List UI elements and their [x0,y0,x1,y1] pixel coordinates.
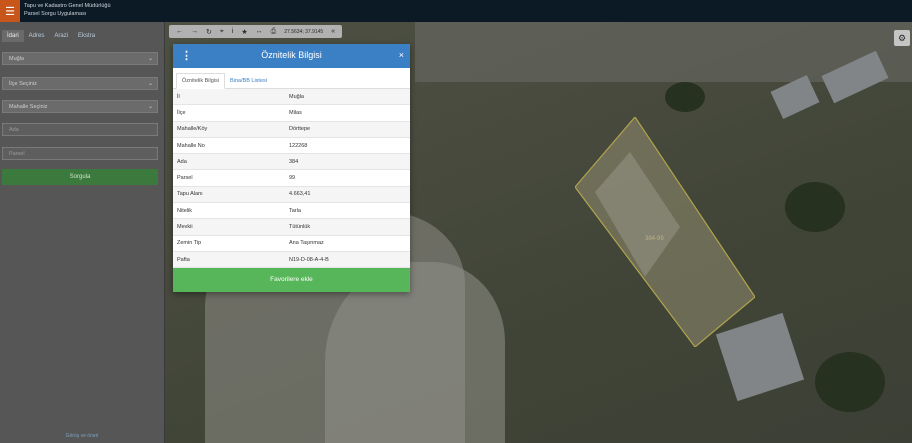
chevron-down-icon: ⌄ [147,56,153,62]
tab-adres[interactable]: Adres [24,30,50,42]
top-bar: ☰ Tapu ve Kadastro Genel Müdürlüğü Parse… [0,0,912,23]
attr-value: 99 [285,169,410,187]
ada-placeholder: Ada [9,127,19,133]
attr-key: Nitelik [173,202,285,220]
il-select[interactable]: Muğla ⌄ [2,52,158,65]
modal-tabs: Öznitelik Bilgisi Bina/BB Listesi [173,68,410,89]
il-select-value: Muğla [9,56,24,62]
attribute-table: İl Muğla İlçe Milas Mahalle/Köy Dörttepe Ma… [173,89,410,269]
table-row: Ada 384 [173,153,410,171]
attr-key: İlçe [173,104,285,122]
attr-value: Milas [285,104,410,122]
attr-value: Tarla [285,202,410,220]
attr-key: Mahalle No [173,137,285,155]
attr-key: Zemin Tip [173,235,285,252]
attr-value: 384 [285,153,410,171]
mahalle-select[interactable]: Mahalle Seçiniz ⌄ [2,100,158,113]
mahalle-select-value: Mahalle Seçiniz [9,104,48,110]
tab-building-list[interactable]: Bina/BB Listesi [225,74,272,88]
sidebar-tabs: İdari Adres Arazi Ekstra [0,22,164,42]
attr-key: Mahalle/Köy [173,121,285,138]
close-icon[interactable]: × [399,50,404,60]
table-row: Mevkii Tütünlük [173,218,410,236]
table-row: İlçe Milas [173,104,410,122]
chevron-down-icon: ⌄ [147,81,153,87]
attr-key: İl [173,89,285,106]
add-favorite-button[interactable]: Favorilere ekle [173,268,410,292]
table-row: Mahalle No 122268 [173,137,410,155]
table-row: Mahalle/Köy Dörttepe [173,121,410,138]
attr-value: 4.663,41 [285,186,410,204]
table-row: Tapu Alanı 4.663,41 [173,186,410,204]
ada-input[interactable]: Ada [2,123,158,136]
attr-key: Tapu Alanı [173,186,285,204]
parsel-placeholder: Parsel [9,151,25,157]
attr-key: Parsel [173,169,285,187]
table-row: Nitelik Tarla [173,202,410,220]
attr-value: N19-D-08-A-4-B [285,251,410,269]
table-row: İl Muğla [173,89,410,106]
attribute-info-modal: ⋮ Öznitelik Bilgisi × Öznitelik Bilgisi … [173,44,410,292]
attr-key: Ada [173,153,285,171]
sidebar: İdari Adres Arazi Ekstra Muğla ⌄ İlçe Se… [0,22,165,443]
tab-idari[interactable]: İdari [2,30,24,42]
parsel-input[interactable]: Parsel [2,147,158,160]
tab-ekstra[interactable]: Ekstra [73,30,100,42]
app-title: Tapu ve Kadastro Genel Müdürlüğü Parsel … [24,2,111,18]
tab-arazi[interactable]: Arazi [49,30,73,42]
attr-key: Pafta [173,251,285,269]
ilce-select[interactable]: İlçe Seçiniz ⌄ [2,77,158,90]
query-button[interactable]: Sorgula [2,169,158,185]
ilce-select-value: İlçe Seçiniz [9,81,37,87]
attr-value: Tütünlük [285,218,410,236]
table-row: Pafta N19-D-08-A-4-B [173,251,410,269]
attr-value: Ana Taşınmaz [285,235,410,252]
modal-header: ⋮ Öznitelik Bilgisi × [173,44,410,68]
table-row: Zemin Tip Ana Taşınmaz [173,235,410,252]
attr-value: 122268 [285,137,410,155]
feedback-link[interactable]: Görüş ve öneri [0,429,164,443]
hamburger-menu-icon[interactable]: ☰ [0,0,20,22]
table-row: Parsel 99 [173,169,410,187]
chevron-down-icon: ⌄ [147,104,153,110]
attr-key: Mevkii [173,218,285,236]
app-title-line1: Tapu ve Kadastro Genel Müdürlüğü [24,3,111,9]
tab-attribute-info[interactable]: Öznitelik Bilgisi [176,73,225,89]
attr-value: Muğla [285,89,410,106]
app-title-line2: Parsel Sorgu Uygulaması [24,11,87,17]
modal-title: Öznitelik Bilgisi [261,50,322,60]
attr-value: Dörttepe [285,121,410,138]
